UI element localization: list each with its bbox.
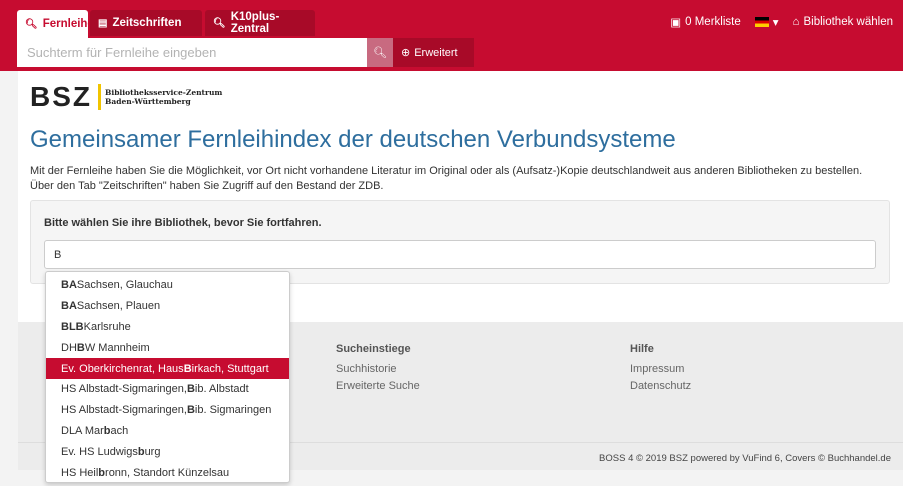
- item-match: B: [76, 341, 85, 354]
- item-text: Ev. Oberkirchenrat, Haus: [61, 362, 184, 375]
- item-match: BA: [61, 300, 77, 313]
- search-input[interactable]: [17, 38, 367, 67]
- tab-zeitschriften[interactable]: ▤ Zeitschriften: [90, 10, 202, 36]
- dropdown-item[interactable]: Ev. HS Ludwigs b urg: [46, 441, 289, 462]
- footer-heading: Hilfe: [630, 343, 654, 355]
- bsz-logo: BSZ Bibliotheksservice-Zentrum Baden-Wür…: [30, 83, 222, 111]
- dropdown-item[interactable]: BA Sachsen, Plauen: [46, 296, 289, 317]
- item-match: B: [183, 362, 192, 375]
- intro-text: Mit der Fernleihe haben Sie die Möglichk…: [30, 164, 890, 194]
- tab-fernleihe[interactable]: 🔍︎ Fernleihe: [17, 10, 94, 38]
- tab-k10plus[interactable]: 🔍︎ K10plus-Zentral: [205, 10, 315, 36]
- dropdown-item[interactable]: HS Heil b ronn, Standort Künzelsau: [46, 462, 289, 483]
- dropdown-item[interactable]: DH B W Mannheim: [46, 337, 289, 358]
- item-text: Sachsen, Glauchau: [76, 279, 173, 292]
- dropdown-item[interactable]: Ev. Oberkirchenrat, Haus Birkach, Stuttg…: [46, 358, 289, 379]
- footer-link-suchhistorie[interactable]: Suchhistorie: [336, 363, 420, 375]
- tab-label: K10plus-Zentral: [230, 11, 280, 35]
- library-label: Bitte wählen Sie ihre Bibliothek, bevor …: [44, 217, 322, 229]
- item-text: irkach, Stuttgart: [191, 362, 269, 375]
- dropdown-item[interactable]: BA Sachsen, Glauchau: [46, 275, 289, 296]
- library-input[interactable]: [44, 240, 876, 269]
- search-icon: 🔍︎: [25, 18, 38, 30]
- caret-down-icon: ▾: [772, 17, 779, 29]
- item-text: Sachsen, Plauen: [76, 300, 161, 313]
- dropdown-item[interactable]: BLB Karlsruhe: [46, 317, 289, 338]
- footer-col-sucheinstiege: Sucheinstiege Suchhistorie Erweiterte Su…: [336, 343, 420, 397]
- footer-link-erweiterte-suche[interactable]: Erweiterte Suche: [336, 380, 420, 392]
- advanced-search-button[interactable]: ⊕ Erweitert: [393, 38, 474, 67]
- tab-label: Zeitschriften: [112, 17, 182, 29]
- item-match: B: [186, 404, 195, 417]
- dropdown-item[interactable]: DLA Mar b ach: [46, 421, 289, 442]
- german-flag-icon: [754, 17, 769, 27]
- search-icon: 🔍︎: [373, 47, 387, 59]
- item-text: ib. Albstadt: [194, 383, 249, 396]
- item-text: Ev. HS Ludwigs: [61, 445, 138, 458]
- logo-mark: BSZ: [30, 81, 92, 112]
- library-select-label: Bibliothek wählen: [803, 16, 893, 28]
- item-match: B: [186, 383, 195, 396]
- newspaper-icon: ▤: [98, 17, 108, 29]
- advanced-label: Erweitert: [414, 46, 458, 59]
- item-text: ronn, Standort Künzelsau: [105, 466, 230, 479]
- item-text: DH: [61, 341, 77, 354]
- intro-line1: Mit der Fernleihe haben Sie die Möglichk…: [30, 165, 863, 177]
- item-text: W Mannheim: [84, 341, 150, 354]
- home-icon: ⌂: [792, 16, 800, 28]
- item-text: urg: [144, 445, 161, 458]
- merkliste-label: 0 Merkliste: [685, 16, 741, 28]
- copyright: BOSS 4 © 2019 BSZ powered by VuFind 6, C…: [599, 453, 891, 464]
- item-text: ach: [110, 424, 129, 437]
- tab-label: Fernleihe: [42, 18, 94, 30]
- zoom-icon: ⊕: [401, 47, 411, 59]
- language-selector[interactable]: ▾: [754, 15, 779, 29]
- item-text: Karlsruhe: [83, 320, 131, 333]
- top-right-nav: ▣ 0 Merkliste ▾ ⌂ Bibliothek wählen: [670, 15, 893, 29]
- footer-link-impressum[interactable]: Impressum: [630, 363, 691, 375]
- library-select-link[interactable]: ⌂ Bibliothek wählen: [793, 16, 893, 28]
- item-text: HS Albstadt-Sigmaringen,: [61, 383, 187, 396]
- logo-line2: Baden-Württemberg: [105, 97, 191, 106]
- item-match: b: [137, 445, 145, 458]
- logo-text: Bibliotheksservice-Zentrum Baden-Württem…: [105, 88, 222, 106]
- item-text: HS Albstadt-Sigmaringen,: [61, 404, 187, 417]
- bookmark-icon: ▣: [670, 17, 682, 29]
- item-text: HS Heil: [61, 466, 99, 479]
- footer-link-datenschutz[interactable]: Datenschutz: [630, 380, 691, 392]
- logo-bar: [98, 84, 101, 110]
- footer-col-hilfe: Hilfe Impressum Datenschutz: [630, 343, 691, 397]
- search-button[interactable]: 🔍︎: [367, 38, 393, 67]
- footer-heading: Sucheinstiege: [336, 343, 411, 355]
- dropdown-item[interactable]: HS Albstadt-Sigmaringen, Bib. Albstadt: [46, 379, 289, 400]
- item-match: BLB: [61, 320, 84, 333]
- item-match: BA: [61, 279, 77, 292]
- intro-line2: Über den Tab "Zeitschriften" haben Sie Z…: [30, 180, 384, 192]
- item-match: b: [98, 466, 106, 479]
- search-icon: 🔍︎: [213, 17, 226, 29]
- item-text: ib. Sigmaringen: [194, 404, 272, 417]
- autocomplete-dropdown: BA Sachsen, Glauchau BA Sachsen, Plauen BL…: [45, 271, 290, 483]
- page-title: Gemeinsamer Fernleihindex der deutschen …: [30, 126, 676, 153]
- item-match: b: [103, 424, 111, 437]
- item-text: DLA Mar: [61, 424, 104, 437]
- dropdown-item[interactable]: HS Albstadt-Sigmaringen, Bib. Sigmaringe…: [46, 400, 289, 421]
- logo-line1: Bibliotheksservice-Zentrum: [105, 88, 223, 97]
- merkliste-link[interactable]: ▣ 0 Merkliste: [670, 15, 740, 29]
